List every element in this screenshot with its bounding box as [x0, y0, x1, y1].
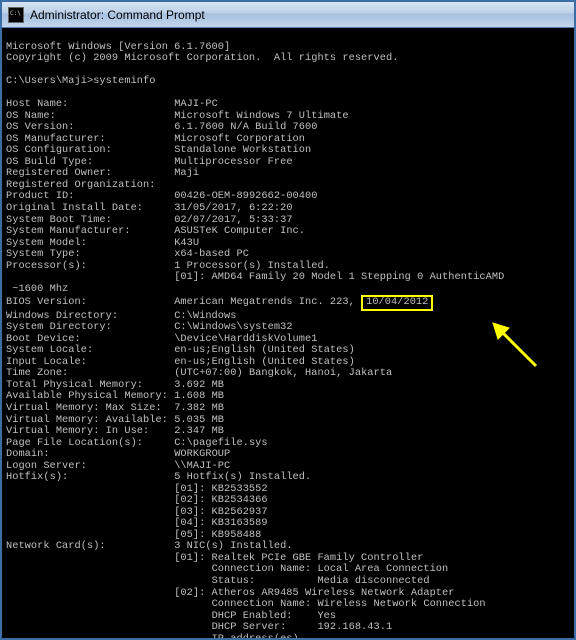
highlight-bios-date: 10/04/2012: [361, 295, 433, 311]
value-os-version: 6.1.7600 N/A Build 7600: [174, 121, 317, 133]
value-processors: 1 Processor(s) Installed.: [174, 260, 330, 272]
label-boot-device: Boot Device:: [6, 333, 81, 345]
label-os-manufacturer: OS Manufacturer:: [6, 133, 106, 145]
label-registered-owner: Registered Owner:: [6, 167, 112, 179]
label-total-mem: Total Physical Memory:: [6, 379, 143, 391]
label-win-dir: Windows Directory:: [6, 310, 118, 322]
label-logon: Logon Server:: [6, 460, 87, 472]
hotfix-2: [02]: KB2534366: [174, 494, 267, 506]
nic2-dhcpsrv: DHCP Server: 192.168.43.1: [212, 621, 393, 633]
value-os-configuration: Standalone Workstation: [174, 144, 311, 156]
value-boot-time: 02/07/2017, 5:33:37: [174, 214, 292, 226]
value-input-locale: en-us;English (United States): [174, 356, 355, 368]
hotfix-4: [04]: KB3163589: [174, 517, 267, 529]
value-sys-locale: en-us;English (United States): [174, 344, 355, 356]
value-bios: American Megatrends Inc. 223,: [174, 296, 355, 308]
label-hotfix: Hotfix(s):: [6, 471, 68, 483]
hotfix-5: [05]: KB958488: [174, 529, 261, 541]
value-pagefile: C:\pagefile.sys: [174, 437, 267, 449]
annotation-arrow-icon: [454, 309, 546, 392]
terminal-output[interactable]: Microsoft Windows [Version 6.1.7600] Cop…: [2, 28, 574, 638]
value-vmax: 7.382 MB: [174, 402, 224, 414]
value-sys-dir: C:\Windows\system32: [174, 321, 292, 333]
value-sys-manufacturer: ASUSTeK Computer Inc.: [174, 225, 305, 237]
value-host-name: MAJI-PC: [174, 98, 218, 110]
label-vuse: Virtual Memory: In Use:: [6, 425, 149, 437]
value-product-id: 00426-OEM-8992662-00400: [174, 190, 317, 202]
label-install-date: Original Install Date:: [6, 202, 143, 214]
label-sys-locale: System Locale:: [6, 344, 93, 356]
value-os-manufacturer: Microsoft Corporation: [174, 133, 305, 145]
value-sys-model: K43U: [174, 237, 199, 249]
titlebar[interactable]: Administrator: Command Prompt: [2, 2, 574, 28]
label-avail-mem: Available Physical Memory:: [6, 390, 168, 402]
label-os-configuration: OS Configuration:: [6, 144, 112, 156]
value-os-build-type: Multiprocessor Free: [174, 156, 292, 168]
value-vuse: 2.347 MB: [174, 425, 224, 437]
value-install-date: 31/05/2017, 6:22:20: [174, 202, 292, 214]
prompt-command: C:\Users\Maji>systeminfo: [6, 75, 156, 87]
value-win-dir: C:\Windows: [174, 310, 236, 322]
value-hotfix: 5 Hotfix(s) Installed.: [174, 471, 311, 483]
processor-detail: [01]: AMD64 Family 20 Model 1 Stepping 0…: [174, 271, 504, 283]
label-pagefile: Page File Location(s):: [6, 437, 143, 449]
cmd-icon: [8, 7, 24, 23]
copyright-line: Copyright (c) 2009 Microsoft Corporation…: [6, 52, 398, 64]
value-time-zone: (UTC+07:00) Bangkok, Hanoi, Jakarta: [174, 367, 392, 379]
label-host-name: Host Name:: [6, 98, 68, 110]
value-boot-device: \Device\HarddiskVolume1: [174, 333, 317, 345]
label-os-build-type: OS Build Type:: [6, 156, 93, 168]
value-os-name: Microsoft Windows 7 Ultimate: [174, 110, 348, 122]
label-registered-org: Registered Organization:: [6, 179, 156, 191]
nic2-conn: Connection Name: Wireless Network Connec…: [212, 598, 486, 610]
label-processors: Processor(s):: [6, 260, 87, 272]
value-registered-owner: Maji: [174, 167, 199, 179]
value-sys-type: x64-based PC: [174, 248, 249, 260]
label-domain: Domain:: [6, 448, 50, 460]
label-bios: BIOS Version:: [6, 296, 87, 308]
label-vavail: Virtual Memory: Available:: [6, 414, 168, 426]
value-avail-mem: 1.608 MB: [174, 390, 224, 402]
label-sys-dir: System Directory:: [6, 321, 112, 333]
nic2-ipaddr: IP address(es): [212, 633, 299, 638]
nic1-head: [01]: Realtek PCIe GBE Family Controller: [174, 552, 423, 564]
label-boot-time: System Boot Time:: [6, 214, 112, 226]
nic2-dhcp: DHCP Enabled: Yes: [212, 610, 337, 622]
nic1-conn: Connection Name: Local Area Connection: [212, 563, 449, 575]
label-nic: Network Card(s):: [6, 540, 106, 552]
nic2-head: [02]: Atheros AR9485 Wireless Network Ad…: [174, 587, 454, 599]
label-time-zone: Time Zone:: [6, 367, 68, 379]
nic1-status: Status: Media disconnected: [212, 575, 430, 587]
hotfix-1: [01]: KB2533552: [174, 483, 267, 495]
value-domain: WORKGROUP: [174, 448, 230, 460]
value-total-mem: 3.692 MB: [174, 379, 224, 391]
value-vavail: 5.035 MB: [174, 414, 224, 426]
window-title: Administrator: Command Prompt: [30, 8, 570, 22]
label-product-id: Product ID:: [6, 190, 75, 202]
label-sys-type: System Type:: [6, 248, 81, 260]
label-os-name: OS Name:: [6, 110, 56, 122]
label-vmax: Virtual Memory: Max Size:: [6, 402, 162, 414]
value-logon: \\MAJI-PC: [174, 460, 230, 472]
label-sys-manufacturer: System Manufacturer:: [6, 225, 131, 237]
label-sys-model: System Model:: [6, 237, 87, 249]
label-os-version: OS Version:: [6, 121, 75, 133]
hotfix-3: [03]: KB2562937: [174, 506, 267, 518]
version-line: Microsoft Windows [Version 6.1.7600]: [6, 41, 230, 53]
label-input-locale: Input Locale:: [6, 356, 87, 368]
command-prompt-window: Administrator: Command Prompt Microsoft …: [0, 0, 576, 640]
value-nic: 3 NIC(s) Installed.: [174, 540, 292, 552]
processor-mhz: ~1600 Mhz: [6, 283, 68, 295]
